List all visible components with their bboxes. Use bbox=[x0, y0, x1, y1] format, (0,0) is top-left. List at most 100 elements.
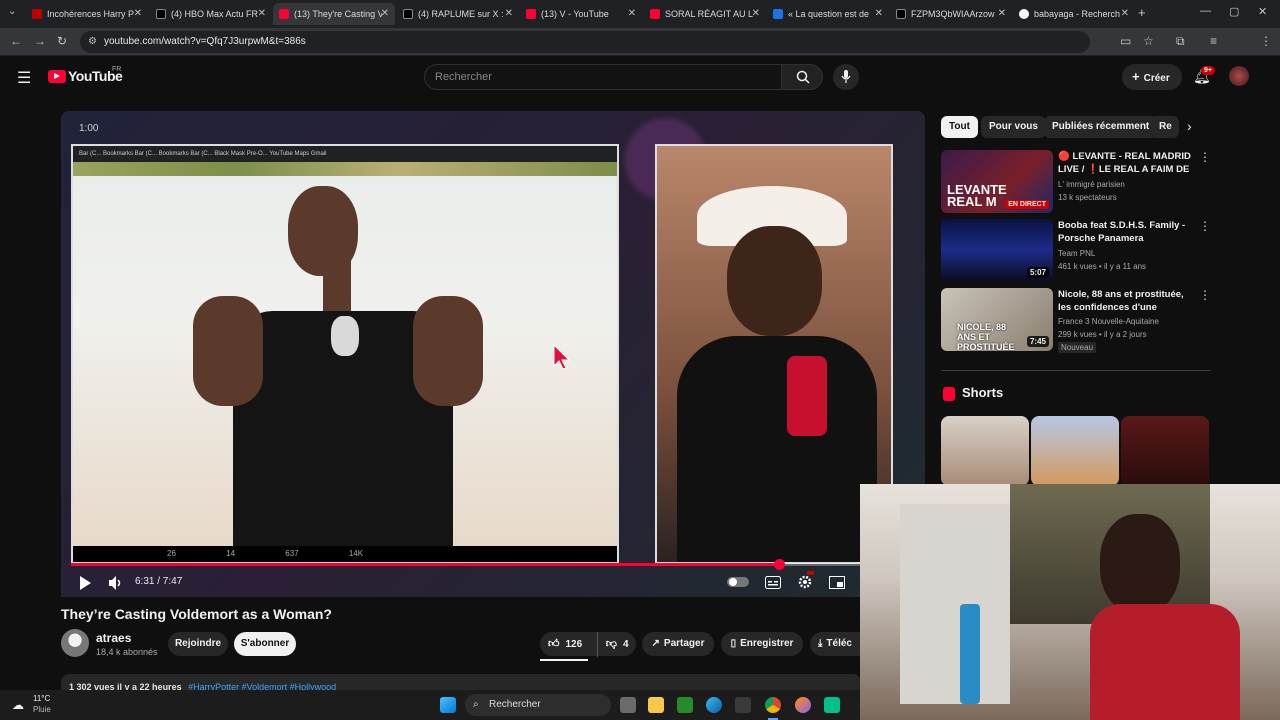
url-field[interactable]: ⚙ youtube.com/watch?v=Qfq7J3urpwM&t=386s bbox=[80, 31, 1090, 53]
chrome-icon[interactable] bbox=[765, 697, 781, 713]
microphone-icon bbox=[841, 70, 851, 83]
channel-avatar[interactable] bbox=[61, 629, 89, 657]
store-icon[interactable] bbox=[735, 697, 751, 713]
like-button[interactable]: 👍︎ 126 bbox=[548, 632, 594, 657]
join-button[interactable]: Rejoindre bbox=[168, 632, 228, 656]
save-button[interactable]: ▯ Enregistrer bbox=[721, 632, 803, 656]
cast-icon[interactable]: ▭ bbox=[1120, 34, 1131, 48]
video-thumbnail[interactable]: 5:07 bbox=[941, 219, 1053, 282]
tab-groups-icon[interactable]: ≡ bbox=[1210, 34, 1217, 48]
more-options-icon[interactable]: ⋮ bbox=[1199, 150, 1211, 164]
minimize-icon[interactable]: — bbox=[1200, 5, 1211, 17]
browser-tab[interactable]: SORAL RÉAGIT AU LA ✕ bbox=[644, 3, 766, 25]
volume-icon[interactable] bbox=[108, 575, 124, 591]
maximize-icon[interactable]: ▢ bbox=[1229, 5, 1239, 18]
file-explorer-icon[interactable] bbox=[648, 697, 664, 713]
tab-close-icon[interactable]: ✕ bbox=[998, 8, 1006, 19]
browser-tab[interactable]: (4) HBO Max Actu FR ✕ bbox=[150, 3, 272, 25]
extensions-icon[interactable]: ⧉ bbox=[1176, 34, 1185, 49]
windows-start-icon[interactable] bbox=[440, 697, 456, 713]
channel-name[interactable]: atraes bbox=[96, 631, 131, 645]
recommendation-channel[interactable]: Team PNL bbox=[1058, 249, 1095, 258]
autoplay-toggle[interactable] bbox=[727, 577, 749, 587]
tab-close-icon[interactable]: ✕ bbox=[752, 8, 760, 19]
youtube-favicon-icon bbox=[279, 9, 289, 19]
browser-tab[interactable]: babayaga - Recherch ✕ bbox=[1013, 3, 1135, 25]
play-triangle-icon bbox=[54, 73, 60, 79]
more-options-icon[interactable]: ⋮ bbox=[1199, 219, 1211, 233]
play-icon[interactable] bbox=[78, 575, 92, 591]
forward-icon[interactable]: → bbox=[34, 34, 46, 48]
weather-temperature: 11°C bbox=[33, 694, 51, 703]
xbox-icon[interactable] bbox=[677, 697, 693, 713]
chip-partial[interactable]: Re bbox=[1151, 116, 1179, 138]
tab-close-icon[interactable]: ✕ bbox=[505, 8, 513, 19]
close-window-icon[interactable]: ✕ bbox=[1258, 5, 1267, 18]
browser-tab[interactable]: FZPM3QbWIAArzow ✕ bbox=[890, 3, 1012, 25]
app-icon[interactable] bbox=[824, 697, 840, 713]
search-input[interactable]: Rechercher bbox=[424, 64, 782, 90]
browser-tab[interactable]: (4) RAPLUME sur X : " ✕ bbox=[397, 3, 519, 25]
tab-close-icon[interactable]: ✕ bbox=[875, 8, 883, 19]
taskbar-search[interactable]: ⌕ Rechercher bbox=[465, 694, 611, 716]
webcam-person-jersey bbox=[1090, 604, 1240, 720]
recommendation-item[interactable]: NICOLE, 88 ANS ET PROSTITUÉE 7:45 Nicole… bbox=[941, 288, 1211, 354]
create-button[interactable]: + Créer bbox=[1122, 64, 1182, 90]
recommendation-channel[interactable]: L' immigré parisien bbox=[1058, 180, 1125, 189]
subscribe-button[interactable]: S'abonner bbox=[234, 632, 296, 656]
reload-icon[interactable]: ↻ bbox=[57, 34, 67, 48]
browser-tab[interactable]: « La question est de ✕ bbox=[767, 3, 889, 25]
hd-badge bbox=[807, 571, 814, 575]
browser-tab[interactable]: Incohérences Harry P ✕ bbox=[26, 3, 148, 25]
short-thumbnail[interactable] bbox=[941, 416, 1029, 486]
recommendation-title[interactable]: Booba feat S.D.H.S. Family - Porsche Pan… bbox=[1058, 219, 1198, 245]
tab-close-icon[interactable]: ✕ bbox=[1121, 8, 1129, 19]
subtitles-icon[interactable] bbox=[765, 576, 781, 589]
account-avatar[interactable] bbox=[1229, 66, 1249, 86]
video-player[interactable]: 1:00 Bar (C... Bookmarks Bar (C... Bookm… bbox=[61, 111, 925, 597]
tab-search-icon[interactable]: ⌄ bbox=[8, 6, 16, 17]
tab-close-icon[interactable]: ✕ bbox=[134, 8, 142, 19]
search-button[interactable] bbox=[781, 64, 823, 90]
task-view-icon[interactable] bbox=[620, 697, 636, 713]
browser-tab[interactable]: (13) V - YouTube ✕ bbox=[520, 3, 642, 25]
edge-icon[interactable] bbox=[706, 697, 722, 713]
youtube-logo-icon[interactable] bbox=[48, 70, 66, 83]
video-thumbnail[interactable]: NICOLE, 88 ANS ET PROSTITUÉE 7:45 bbox=[941, 288, 1053, 351]
dislike-button[interactable]: 👎︎ 4 bbox=[596, 632, 629, 657]
chip-recently-uploaded[interactable]: Publiées récemment bbox=[1044, 116, 1158, 138]
back-icon[interactable]: ← bbox=[10, 34, 22, 48]
recommendation-title[interactable]: 🔴 LEVANTE - REAL MADRID LIVE / ❗LE REAL … bbox=[1058, 150, 1198, 176]
webcam-overlay bbox=[860, 484, 1280, 720]
recommendation-item[interactable]: 5:07 Booba feat S.D.H.S. Family - Porsch… bbox=[941, 219, 1211, 283]
menu-dots-icon[interactable]: ⋮ bbox=[1260, 34, 1272, 48]
site-info-icon[interactable]: ⚙ bbox=[88, 31, 97, 53]
browser-tab-active[interactable]: (13) They're Casting V ✕ bbox=[273, 3, 395, 25]
progress-bar[interactable] bbox=[71, 559, 915, 570]
autoplay-knob bbox=[729, 578, 737, 586]
recommendation-item[interactable]: LEVANTE REAL M EN DIRECT 🔴 LEVANTE - REA… bbox=[941, 150, 1211, 214]
video-thumbnail[interactable]: LEVANTE REAL M EN DIRECT bbox=[941, 150, 1053, 213]
short-thumbnail[interactable] bbox=[1121, 416, 1209, 486]
short-thumbnail[interactable] bbox=[1031, 416, 1119, 486]
chevron-right-icon[interactable]: › bbox=[1187, 118, 1192, 134]
tab-close-icon[interactable]: ✕ bbox=[381, 8, 389, 19]
thumbnail-text: LEVANTE REAL M bbox=[947, 182, 1007, 209]
recommendation-channel[interactable]: France 3 Nouvelle-Aquitaine bbox=[1058, 317, 1159, 326]
miniplayer-icon[interactable] bbox=[829, 576, 845, 589]
weather-cloud-icon[interactable]: ☁ bbox=[12, 698, 24, 712]
bookmark-star-icon[interactable]: ☆ bbox=[1143, 34, 1154, 48]
recommendation-title[interactable]: Nicole, 88 ans et prostituée, les confid… bbox=[1058, 288, 1198, 314]
share-button[interactable]: ↗ Partager bbox=[642, 632, 714, 656]
hamburger-menu-icon[interactable]: ☰ bbox=[17, 68, 31, 88]
chip-for-you[interactable]: Pour vous bbox=[981, 116, 1046, 138]
voice-search-button[interactable] bbox=[833, 64, 859, 90]
chip-all[interactable]: Tout bbox=[941, 116, 978, 138]
settings-gear-icon[interactable] bbox=[797, 574, 813, 590]
new-tab-icon[interactable]: + bbox=[1138, 5, 1146, 20]
tab-close-icon[interactable]: ✕ bbox=[628, 8, 636, 19]
firefox-icon[interactable] bbox=[795, 697, 811, 713]
more-options-icon[interactable]: ⋮ bbox=[1199, 288, 1211, 302]
tab-close-icon[interactable]: ✕ bbox=[258, 8, 266, 19]
subscriber-count: 18,4 k abonnés bbox=[96, 647, 158, 657]
